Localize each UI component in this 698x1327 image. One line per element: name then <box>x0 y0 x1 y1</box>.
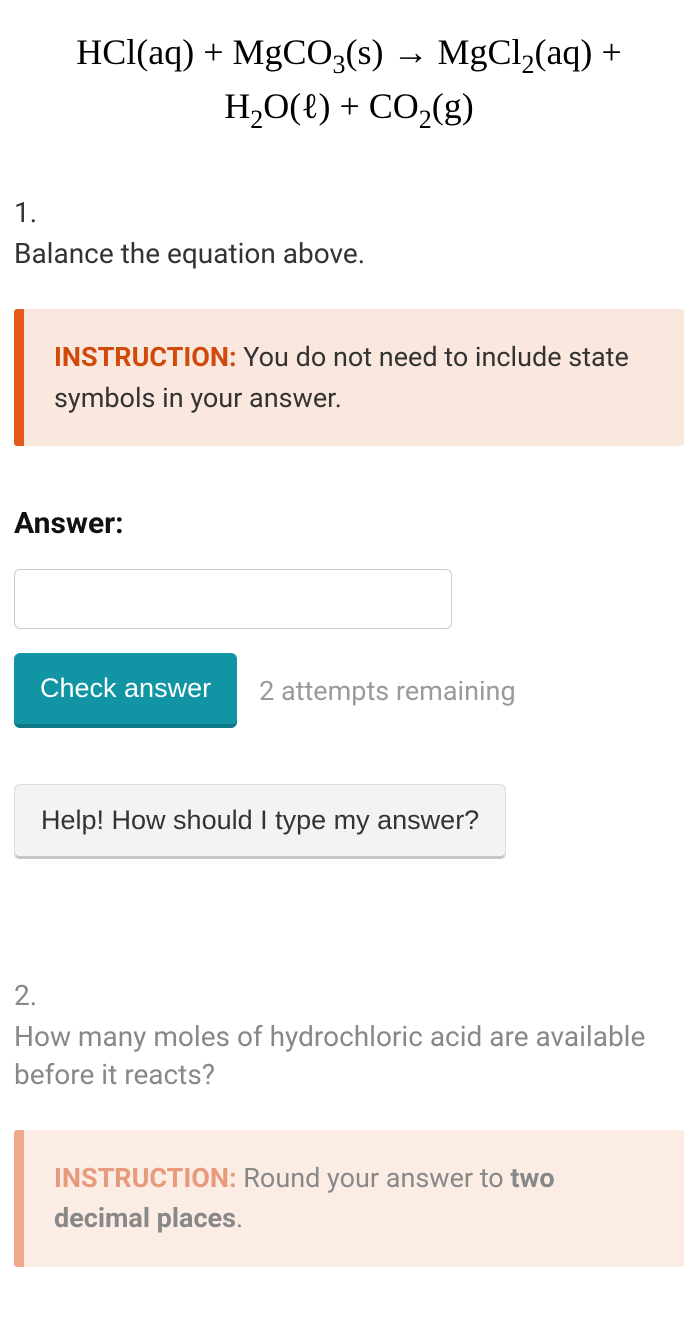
question-text: How many moles of hydrochloric acid are … <box>14 1018 684 1094</box>
question-number: 2. <box>14 979 684 1012</box>
instruction-box: INSTRUCTION: Round your answer to two de… <box>14 1130 684 1267</box>
question-text: Balance the equation above. <box>14 235 684 273</box>
equation-line-2: H2O(ℓ) + CO2(g) <box>14 82 684 136</box>
question-2: 2. How many moles of hydrochloric acid a… <box>14 979 684 1267</box>
answer-input[interactable] <box>14 569 452 629</box>
instruction-label: INSTRUCTION: <box>54 341 237 373</box>
help-button[interactable]: Help! How should I type my answer? <box>14 784 506 859</box>
chemical-equation: HCl(aq) + MgCO3(s) → MgCl2(aq) + H2O(ℓ) … <box>14 28 684 136</box>
instruction-label: INSTRUCTION: <box>54 1162 237 1194</box>
question-number: 1. <box>14 196 684 229</box>
check-answer-button[interactable]: Check answer <box>14 653 237 728</box>
answer-label: Answer: <box>14 506 684 541</box>
attempts-remaining: 2 attempts remaining <box>259 675 516 707</box>
question-1: 1. Balance the equation above. INSTRUCTI… <box>14 196 684 979</box>
equation-line-1: HCl(aq) + MgCO3(s) → MgCl2(aq) + <box>14 28 684 82</box>
instruction-box: INSTRUCTION: You do not need to include … <box>14 309 684 446</box>
